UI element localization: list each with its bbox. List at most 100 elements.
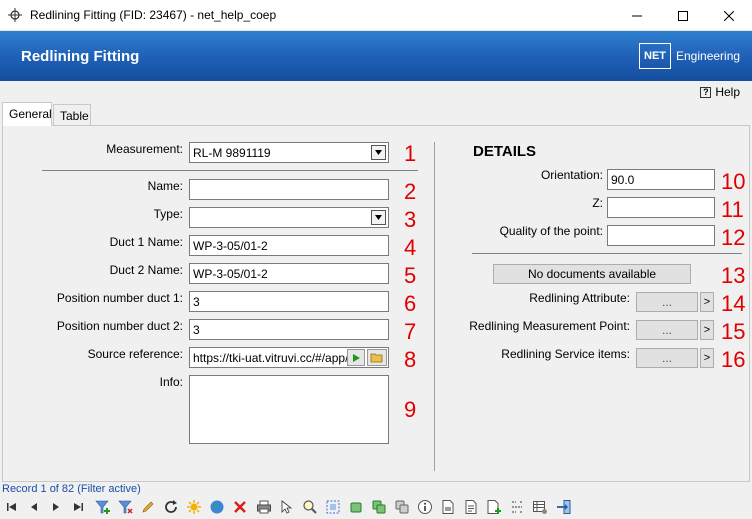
green-shape-icon[interactable] (348, 499, 364, 515)
browse-folder-button[interactable] (367, 349, 387, 366)
name-input[interactable] (189, 179, 389, 200)
annotation-number: 9 (404, 397, 417, 422)
redlining-measurement-point-navigate-button[interactable]: > (700, 320, 714, 340)
duct1-input[interactable]: WP-3-05/01-2 (189, 235, 389, 256)
info-textarea[interactable] (189, 375, 389, 444)
dialog-title: Redlining Fitting (21, 48, 140, 65)
annotation-number: 5 (404, 263, 417, 288)
document-list-icon[interactable] (463, 499, 479, 515)
info-icon[interactable] (417, 499, 433, 515)
annotation-number: 8 (404, 347, 417, 372)
select-area-icon[interactable] (325, 499, 341, 515)
window-title: Redlining Fitting (FID: 23467) - net_hel… (30, 8, 277, 22)
add-filter-icon[interactable] (95, 499, 111, 515)
separator (472, 253, 742, 254)
dialog-header: Redlining Fitting NET Engineering (0, 31, 752, 81)
pos2-input[interactable]: 3 (189, 319, 389, 340)
next-record-icon[interactable] (48, 499, 64, 515)
annotation-number: 13 (721, 263, 746, 288)
net-logo-subtext: Engineering (676, 49, 741, 63)
tab-table[interactable]: Table (53, 104, 91, 126)
redlining-measurement-point-button[interactable]: ... (636, 320, 698, 340)
details-heading: DETAILS (473, 143, 537, 160)
source-reference-label: Source reference: (87, 347, 183, 361)
pos1-label: Position number duct 1: (56, 291, 183, 305)
tab-general[interactable]: General (2, 102, 52, 126)
new-record-icon[interactable] (186, 499, 202, 515)
duct2-label: Duct 2 Name: (109, 263, 183, 277)
select-cursor-icon[interactable] (279, 499, 295, 515)
pos1-input[interactable]: 3 (189, 291, 389, 312)
quality-label: Quality of the point: (499, 224, 603, 238)
zoom-icon[interactable] (302, 499, 318, 515)
quality-input[interactable] (607, 225, 715, 246)
exit-icon[interactable] (556, 499, 572, 515)
type-combo[interactable] (189, 207, 389, 228)
help-icon: ? (700, 86, 712, 98)
orientation-input[interactable]: 90.0 (607, 169, 715, 190)
redlining-attribute-button[interactable]: ... (636, 292, 698, 312)
help-bar: ? Help (0, 81, 752, 103)
annotation-number: 1 (404, 141, 417, 166)
help-button[interactable]: ? Help (700, 85, 740, 99)
close-button[interactable] (706, 0, 752, 31)
duct2-input[interactable]: WP-3-05/01-2 (189, 263, 389, 284)
chevron-down-icon[interactable] (371, 210, 386, 225)
annotation-number: 12 (721, 225, 746, 250)
first-record-icon[interactable] (4, 499, 20, 515)
document-icon[interactable] (440, 499, 456, 515)
annotation-number: 15 (721, 319, 746, 344)
title-bar: Redlining Fitting (FID: 23467) - net_hel… (0, 0, 752, 31)
previous-record-icon[interactable] (26, 499, 42, 515)
source-reference-value: https://tki-uat.vitruvi.cc/#/app/e (193, 351, 356, 365)
filter-icon[interactable] (117, 499, 133, 515)
measurement-combo[interactable]: RL-M 9891119 (189, 142, 389, 163)
orientation-label: Orientation: (540, 168, 603, 182)
duct1-label: Duct 1 Name: (109, 235, 183, 249)
refresh-icon[interactable] (163, 499, 179, 515)
folder-icon (370, 353, 383, 363)
annotation-number: 2 (404, 179, 417, 204)
maximize-button[interactable] (660, 0, 706, 31)
edit-pencil-icon[interactable] (140, 499, 156, 515)
annotation-number: 11 (721, 197, 744, 222)
network-icon[interactable] (509, 499, 525, 515)
annotation-number: 14 (721, 291, 746, 316)
z-input[interactable] (607, 197, 715, 218)
annotation-number: 7 (404, 319, 417, 344)
last-record-icon[interactable] (70, 499, 86, 515)
delete-icon[interactable] (232, 499, 248, 515)
info-label: Info: (159, 375, 183, 389)
green-copy-icon[interactable] (371, 499, 387, 515)
open-link-button[interactable] (347, 349, 365, 366)
redlining-service-items-button[interactable]: ... (636, 348, 698, 368)
measurement-value: RL-M 9891119 (193, 146, 271, 160)
globe-icon[interactable] (209, 499, 225, 515)
bottom-toolbar (0, 496, 752, 519)
redlining-service-items-navigate-button[interactable]: > (700, 348, 714, 368)
annotation-number: 10 (721, 169, 746, 194)
table-settings-icon[interactable] (532, 499, 548, 515)
separator (42, 170, 418, 171)
type-label: Type: (153, 207, 183, 221)
z-label: Z: (592, 196, 603, 210)
redlining-measurement-point-label: Redlining Measurement Point: (469, 319, 630, 333)
redlining-service-items-label: Redlining Service items: (501, 347, 630, 361)
play-icon (353, 353, 360, 362)
documents-button[interactable]: No documents available (493, 264, 691, 284)
annotation-number: 4 (404, 235, 417, 260)
print-icon[interactable] (256, 499, 272, 515)
record-status: Record 1 of 82 (Filter active) (2, 483, 141, 495)
redlining-attribute-label: Redlining Attribute: (529, 291, 630, 305)
grey-copy-icon[interactable] (394, 499, 410, 515)
document-add-icon[interactable] (486, 499, 502, 515)
net-logo: NET (639, 43, 671, 69)
minimize-button[interactable] (614, 0, 660, 31)
column-divider (434, 142, 435, 471)
annotation-number: 6 (404, 291, 417, 316)
measurement-label: Measurement: (106, 142, 183, 156)
chevron-down-icon[interactable] (371, 145, 386, 160)
redlining-attribute-navigate-button[interactable]: > (700, 292, 714, 312)
app-crosshair-icon (8, 8, 22, 22)
pos2-label: Position number duct 2: (56, 319, 183, 333)
